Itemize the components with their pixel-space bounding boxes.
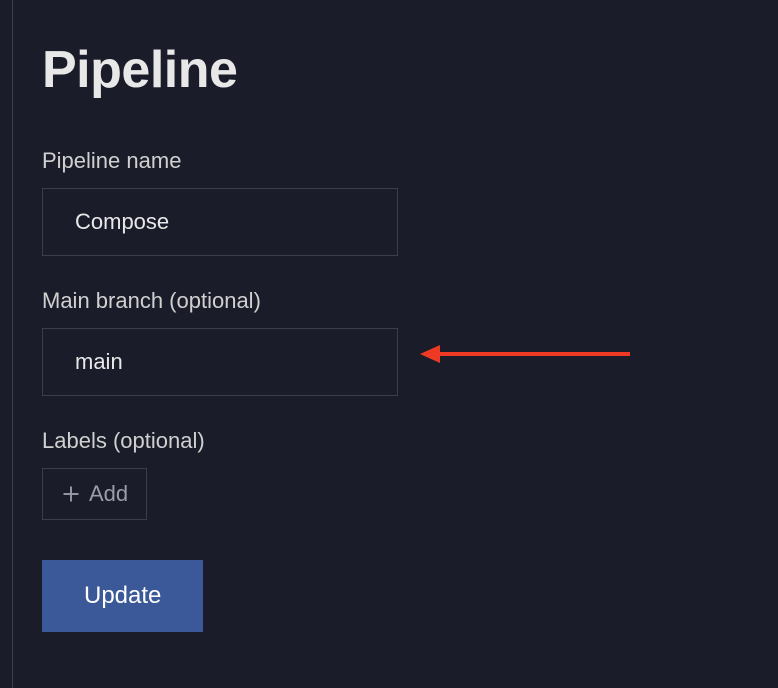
- main-branch-label: Main branch (optional): [42, 288, 778, 314]
- pipeline-name-input[interactable]: [42, 188, 398, 256]
- page-title: Pipeline: [42, 40, 778, 100]
- add-label-button[interactable]: Add: [42, 468, 147, 520]
- update-button-label: Update: [84, 582, 161, 610]
- main-branch-group: Main branch (optional): [42, 288, 778, 396]
- add-label-text: Add: [89, 481, 128, 507]
- main-branch-input[interactable]: [42, 328, 398, 396]
- plus-icon: [61, 484, 81, 504]
- pipeline-name-label: Pipeline name: [42, 148, 778, 174]
- vertical-divider: [12, 0, 13, 688]
- labels-label: Labels (optional): [42, 428, 778, 454]
- update-button[interactable]: Update: [42, 560, 203, 632]
- pipeline-name-group: Pipeline name: [42, 148, 778, 256]
- labels-group: Labels (optional) Add: [42, 428, 778, 520]
- pipeline-form: Pipeline Pipeline name Main branch (opti…: [0, 0, 778, 632]
